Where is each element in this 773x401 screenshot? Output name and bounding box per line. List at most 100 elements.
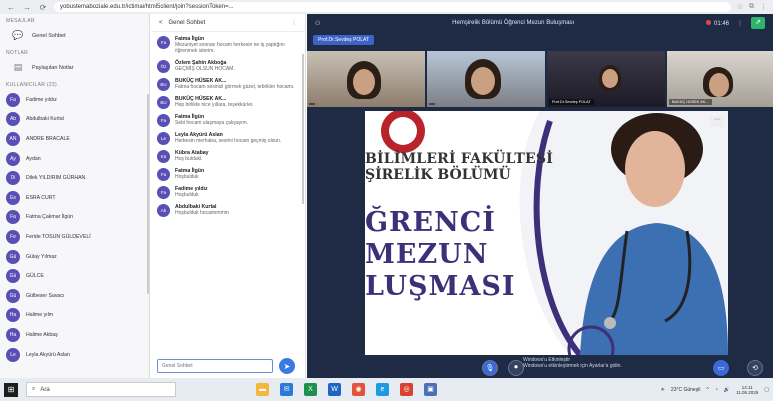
webcam-name: BUKÜÇ HÜSEK AK... xyxy=(669,99,712,105)
avatar: Ha xyxy=(6,308,20,323)
windows-activation-watermark: Windows'u Etkinleştir Windows'u etkinleş… xyxy=(523,357,622,369)
speaker-name: Prof.Dr.Sevdeş POLAT xyxy=(318,37,370,43)
chat-input[interactable] xyxy=(157,359,273,373)
webcam-tile[interactable]: Prof.Dr.Sevdeş POLAT xyxy=(547,51,665,107)
menu-icon[interactable]: ⋮ xyxy=(760,3,767,11)
star-icon[interactable]: ☆ xyxy=(737,3,743,11)
message-body: Kübra Atabay Hoş buldukl. xyxy=(175,150,213,163)
meeting-area: ⚇ Hemşirelik Bölümü Öğrenci Mezun Buluşm… xyxy=(307,14,773,378)
user-list-item[interactable]: Ha Halime yılm xyxy=(0,306,149,326)
photos-icon[interactable]: ▣ xyxy=(424,383,437,396)
edge-icon[interactable]: e xyxy=(376,383,389,396)
network-icon[interactable]: ◔ xyxy=(715,387,718,393)
user-name: ANDRE BRACALE xyxy=(26,135,70,142)
word-icon[interactable]: W xyxy=(328,383,341,396)
shared-notes-label: Paylaşılan Notlar xyxy=(32,65,74,71)
notifications-icon[interactable]: ▢ xyxy=(764,387,769,393)
microphone-icon[interactable]: 🎙 xyxy=(482,360,498,376)
tray-arrow-icon[interactable]: ^ xyxy=(706,387,708,393)
message-author: Fatma İlgün xyxy=(175,113,205,120)
webcam-tile[interactable] xyxy=(307,51,425,107)
firefox-icon[interactable]: ◉ xyxy=(352,383,365,396)
user-text: Feride TOSUN GÜLDEVELİ xyxy=(26,234,91,240)
notes-icon: ▤ xyxy=(13,62,23,72)
weather-text[interactable]: 23°C Güneşli xyxy=(671,387,701,393)
user-name: Leyla Akyürü Aslan xyxy=(26,351,70,358)
user-list-item[interactable]: Fa Fatma Çakmar İlgün xyxy=(0,208,149,228)
excel-icon[interactable]: X xyxy=(304,383,317,396)
reload-icon[interactable]: ⟳ xyxy=(38,3,48,12)
camera-icon[interactable]: ⏺ xyxy=(508,360,524,376)
message-body: Fadime yıldız Hoşbulduk xyxy=(175,186,212,199)
forward-arrow-icon[interactable]: → xyxy=(22,3,32,12)
chat-message: Fa Fatma İlgün Hoşbulduk xyxy=(151,166,306,184)
clock[interactable]: 14:11 11.05.2025 xyxy=(736,385,758,395)
avatar: BU xyxy=(157,95,170,109)
webcam-tile[interactable] xyxy=(427,51,545,107)
message-text: Mezuniyet sonrası hocam herkesin ne iş y… xyxy=(175,42,285,55)
chat-message: Ab Abdulbaki Kurtal Hoşbulduk hocamımmm xyxy=(151,202,306,220)
file-explorer-icon[interactable]: ▬ xyxy=(256,383,269,396)
user-list-item[interactable]: Gü Gülay Yılmaz xyxy=(0,247,149,267)
extensions-icon[interactable]: ⧉ xyxy=(749,3,754,11)
user-list-item[interactable]: Le Leyla Akyürü Aslan xyxy=(0,345,149,365)
avatar: Ab xyxy=(6,112,20,127)
user-name: Aydan xyxy=(26,155,41,162)
clock-date: 11.05.2025 xyxy=(736,389,759,395)
more-options-icon[interactable]: ⋮ xyxy=(291,19,297,26)
meeting-topbar: ⚇ Hemşirelik Bölümü Öğrenci Mezun Buluşm… xyxy=(307,14,773,32)
mail-icon[interactable]: ✉ xyxy=(280,383,293,396)
message-body: Fatma İlgün Hoşbulduk xyxy=(175,168,208,181)
chat-header: < Genel Sohbet ⋮ xyxy=(151,14,305,32)
avatar: Fa xyxy=(157,185,170,199)
chat-message-list: Fa Fatma İlgün Mezuniyet sonrası hocam her… xyxy=(151,34,306,344)
back-chevron-icon[interactable]: < xyxy=(159,20,163,26)
taskbar-search[interactable]: ⌕ Ara xyxy=(26,382,176,397)
slide-options-button[interactable]: ⋯ xyxy=(710,116,724,127)
address-bar[interactable]: yobustemaboziale.edu.tr/ictimai/html5cli… xyxy=(54,2,731,12)
user-list-item[interactable]: Gü Gülbeser Savacı xyxy=(0,286,149,306)
university-seal-inner xyxy=(389,117,417,145)
back-arrow-icon[interactable]: ← xyxy=(6,3,16,12)
windows-start-icon[interactable]: ⊞ xyxy=(4,382,18,397)
general-chat-item[interactable]: 💬 Genel Sohbet xyxy=(0,26,149,46)
screen: ← → ⟳ yobustemaboziale.edu.tr/ictimai/ht… xyxy=(0,0,773,401)
user-list-item[interactable]: Gü GÜLCE xyxy=(0,266,149,286)
avatar: Fa xyxy=(6,210,20,225)
chat-scrollbar[interactable] xyxy=(302,54,304,204)
sidebar-scrollbar[interactable] xyxy=(147,94,149,294)
user-list-item[interactable]: Fa Fadime yıldız xyxy=(0,90,149,110)
message-body: Leyla Akyürü Aslan Herkesin merhaba, sesi… xyxy=(175,132,281,145)
shared-notes-item[interactable]: ▤ Paylaşılan Notlar xyxy=(0,58,149,78)
user-list-item[interactable]: Es ESRA CURT xyxy=(0,188,149,208)
avatar: Gü xyxy=(6,249,20,264)
user-list-item[interactable]: Di Dilek YILDIRIM GÜRHAN xyxy=(0,168,149,188)
user-list-item[interactable]: Ha Halime Akbaş xyxy=(0,325,149,345)
avatar: Es xyxy=(6,190,20,205)
leave-icon[interactable]: ⟲ xyxy=(747,360,763,376)
meeting-controls: 🎙 ⏺ xyxy=(482,360,524,376)
browser-actions: ☆ ⧉ ⋮ xyxy=(737,3,767,11)
user-list-item[interactable]: Ay Aydan xyxy=(0,149,149,169)
message-author: Leyla Akyürü Aslan xyxy=(175,131,223,138)
user-text: Leyla Akyürü Aslan xyxy=(26,352,70,358)
chrome-icon[interactable]: ◎ xyxy=(400,383,413,396)
user-list-item[interactable]: Fe Feride TOSUN GÜLDEVELİ xyxy=(0,227,149,247)
volume-icon[interactable]: 🔊 xyxy=(724,387,730,393)
user-list-item[interactable]: Ab Abdulbaki Kurtal xyxy=(0,110,149,130)
message-text: Hep birlikte nice yıllara, teşekkürler. xyxy=(175,101,254,108)
avatar: Gü xyxy=(6,288,20,303)
send-icon[interactable]: ➤ xyxy=(279,358,295,374)
chat-message: Le Leyla Akyürü Aslan Herkesin merhaba, se… xyxy=(151,130,306,148)
user-list-item[interactable]: AN ANDRE BRACALE xyxy=(0,129,149,149)
options-icon[interactable]: ⋮ xyxy=(737,20,743,27)
search-icon: ⌕ xyxy=(32,386,36,392)
user-name: Halime Akbaş xyxy=(26,331,58,338)
webcam-tile[interactable]: BUKÜÇ HÜSEK AK... xyxy=(667,51,773,107)
screen-share-icon[interactable]: ▭ xyxy=(713,360,729,376)
connection-status-icon[interactable]: ⇗ xyxy=(751,17,765,29)
avatar: AN xyxy=(6,131,20,146)
avatar: Gü xyxy=(6,269,20,284)
weather-icon[interactable]: ☀ xyxy=(660,387,664,393)
recording-indicator[interactable]: 01:46 xyxy=(705,19,729,27)
